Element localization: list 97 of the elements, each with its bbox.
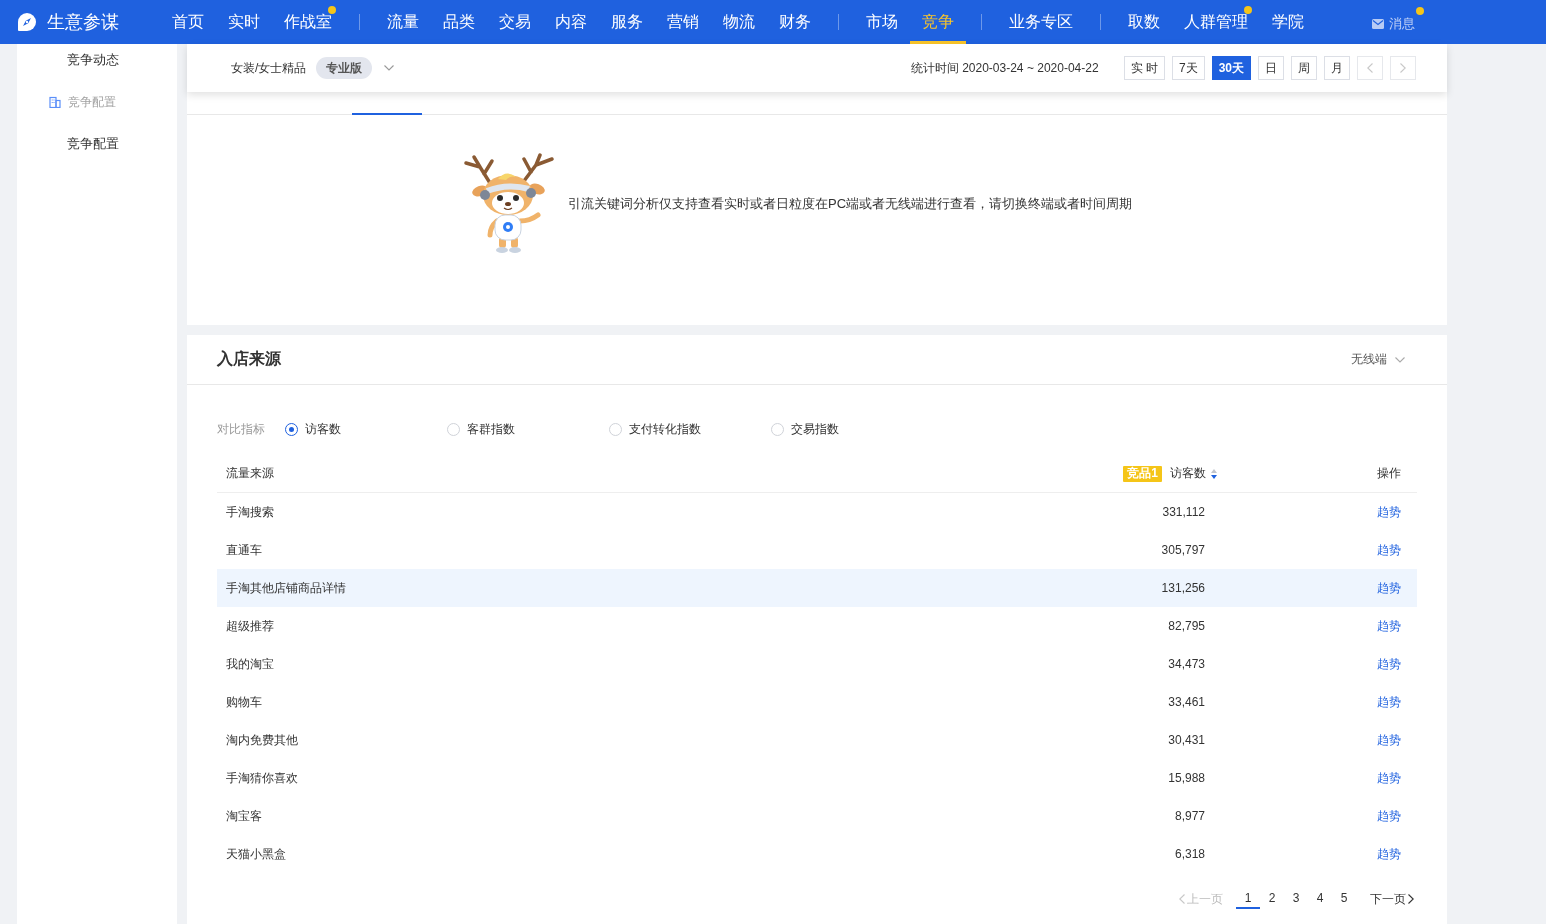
table-cell: 手淘其他店铺商品详情	[226, 579, 346, 597]
trend-link[interactable]: 趋势	[1377, 579, 1401, 597]
table-row[interactable]: 淘内免费其他 30,431 趋势	[217, 721, 1417, 759]
trend-link[interactable]: 趋势	[1377, 731, 1401, 749]
chevron-right-icon	[1408, 894, 1414, 904]
nav-tab[interactable]: 内容	[543, 0, 599, 44]
sidebar-section-title: 竞争配置	[68, 93, 116, 111]
table-cell: 淘宝客	[226, 807, 262, 825]
statistics-period: 统计时间 2020-03-24 ~ 2020-04-22	[910, 59, 1099, 77]
table-cell: 15,988	[1168, 771, 1205, 785]
trend-link[interactable]: 趋势	[1377, 655, 1401, 673]
time-range-button[interactable]: 月	[1324, 56, 1350, 80]
panel-title: 入店来源	[217, 349, 281, 369]
next-page-button[interactable]: 下一页	[1370, 890, 1414, 908]
chevron-left-icon	[1367, 63, 1373, 73]
page-number[interactable]: 1	[1236, 889, 1260, 909]
table-row[interactable]: 直通车 305,797 趋势	[217, 531, 1417, 569]
table-cell: 淘内免费其他	[226, 731, 298, 749]
table-cell: 34,473	[1168, 657, 1205, 671]
chevron-down-icon[interactable]	[384, 65, 395, 71]
table-cell: 331,112	[1162, 505, 1205, 519]
table-cell: 131,256	[1161, 581, 1205, 595]
building-icon	[49, 96, 61, 108]
edition-badge: 专业版	[316, 57, 373, 79]
nav-tab[interactable]: 业务专区	[997, 0, 1085, 44]
page-number[interactable]: 4	[1308, 889, 1332, 909]
trend-link[interactable]: 趋势	[1377, 693, 1401, 711]
column-header[interactable]: 访客数	[1170, 465, 1206, 482]
sort-icon[interactable]	[1211, 468, 1217, 479]
messages-link[interactable]: 消息	[1372, 7, 1424, 33]
compass-logo-icon[interactable]	[17, 12, 37, 32]
column-header: 操作	[1377, 465, 1401, 482]
nav-tab[interactable]: 作战室	[272, 0, 344, 44]
table-cell: 33,461	[1168, 695, 1205, 709]
table-cell: 天猫小黑盒	[226, 845, 286, 863]
device-dropdown[interactable]: 无线端	[1351, 351, 1405, 368]
table-cell: 我的淘宝	[226, 655, 274, 673]
radio-option[interactable]: 交易指数	[771, 420, 839, 438]
table-row[interactable]: 手淘搜索 331,112 趋势	[217, 493, 1417, 531]
nav-tab[interactable]: 服务	[599, 0, 655, 44]
competitor-badge: 竞品1	[1123, 465, 1162, 482]
sidebar-item[interactable]: 竞争配置	[17, 123, 177, 165]
time-range-button[interactable]: 实 时	[1123, 56, 1165, 80]
time-range-button[interactable]: 周	[1291, 56, 1317, 80]
page-number[interactable]: 5	[1332, 889, 1356, 909]
table-row[interactable]: 天猫小黑盒 6,318 趋势	[217, 835, 1417, 873]
table-cell: 305,797	[1161, 543, 1205, 557]
column-header: 流量来源	[226, 465, 274, 482]
category-label: 女装/女士精品	[231, 59, 307, 77]
envelope-icon	[1372, 19, 1384, 29]
active-tab-underline	[352, 113, 422, 115]
table-cell: 82,795	[1168, 619, 1205, 633]
table-cell: 8,977	[1174, 809, 1205, 823]
nav-tab[interactable]: 取数	[1116, 0, 1172, 44]
nav-tab[interactable]: 学院	[1260, 0, 1316, 44]
table-cell: 超级推荐	[226, 617, 274, 635]
radio-option[interactable]: 支付转化指数	[609, 420, 701, 438]
trend-link[interactable]: 趋势	[1377, 617, 1401, 635]
trend-link[interactable]: 趋势	[1377, 541, 1401, 559]
table-cell: 30,431	[1168, 733, 1205, 747]
table-row[interactable]: 购物车 33,461 趋势	[217, 683, 1417, 721]
chevron-right-icon	[1400, 63, 1406, 73]
nav-tab[interactable]: 流量	[375, 0, 431, 44]
time-range-button[interactable]: 30天	[1211, 56, 1251, 80]
nav-tab[interactable]: 营销	[655, 0, 711, 44]
page-number[interactable]: 3	[1284, 889, 1308, 909]
time-range-button[interactable]: 7天	[1171, 56, 1205, 80]
table-cell: 6,318	[1174, 847, 1205, 861]
nav-tab[interactable]: 交易	[487, 0, 543, 44]
notice-message: 引流关键词分析仅支持查看实时或者日粒度在PC端或者无线端进行查看，请切换终端或者时间周期	[568, 195, 1133, 213]
nav-tab[interactable]: 市场	[854, 0, 910, 44]
trend-link[interactable]: 趋势	[1377, 807, 1401, 825]
table-row[interactable]: 手淘其他店铺商品详情 131,256 趋势	[217, 569, 1417, 607]
table-row[interactable]: 我的淘宝 34,473 趋势	[217, 645, 1417, 683]
metric-label: 对比指标	[217, 420, 266, 438]
radio-option[interactable]: 访客数	[285, 420, 341, 438]
table-cell: 购物车	[226, 693, 262, 711]
radio-option[interactable]: 客群指数	[447, 420, 515, 438]
table-cell: 手淘搜索	[226, 503, 274, 521]
page-number[interactable]: 2	[1260, 889, 1284, 909]
table-cell: 手淘猜你喜欢	[226, 769, 298, 787]
table-row[interactable]: 淘宝客 8,977 趋势	[217, 797, 1417, 835]
table-row[interactable]: 超级推荐 82,795 趋势	[217, 607, 1417, 645]
nav-tab[interactable]: 实时	[216, 0, 272, 44]
nav-tab[interactable]: 财务	[767, 0, 823, 44]
chevron-down-icon	[1395, 356, 1405, 363]
table-cell: 直通车	[226, 541, 262, 559]
time-range-button[interactable]: 日	[1258, 56, 1284, 80]
nav-tab[interactable]: 品类	[431, 0, 487, 44]
chevron-left-icon	[1179, 894, 1185, 904]
nav-tab[interactable]: 人群管理	[1172, 0, 1260, 44]
nav-tab[interactable]: 物流	[711, 0, 767, 44]
trend-link[interactable]: 趋势	[1377, 769, 1401, 787]
trend-link[interactable]: 趋势	[1377, 503, 1401, 521]
trend-link[interactable]: 趋势	[1377, 845, 1401, 863]
table-row[interactable]: 手淘猜你喜欢 15,988 趋势	[217, 759, 1417, 797]
product-name: 生意参谋	[47, 11, 119, 34]
